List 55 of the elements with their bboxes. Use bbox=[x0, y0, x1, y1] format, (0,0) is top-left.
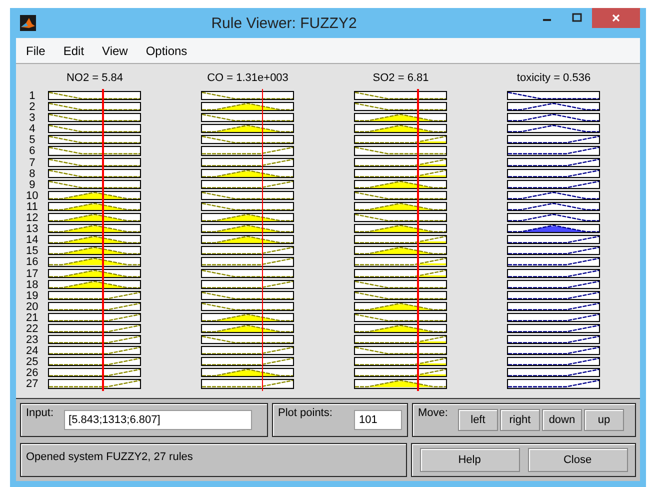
rule-number[interactable]: 12 bbox=[26, 213, 38, 224]
menu-item[interactable]: Edit bbox=[63, 44, 84, 58]
rule-number[interactable]: 23 bbox=[26, 335, 38, 346]
input-value-line[interactable] bbox=[417, 89, 419, 391]
rule-number[interactable]: 3 bbox=[29, 113, 36, 124]
plot-points-field[interactable]: 101 bbox=[354, 410, 402, 430]
input-value-line[interactable] bbox=[102, 89, 104, 391]
rule-number[interactable]: 25 bbox=[26, 357, 38, 368]
plot-points-label: Plot points: bbox=[278, 407, 332, 419]
variable-label: toxicity = 0.536 bbox=[516, 72, 591, 86]
window-title: Rule Viewer: FUZZY2 bbox=[210, 14, 358, 32]
rule-number[interactable]: 6 bbox=[29, 146, 36, 158]
dialog-button[interactable]: Close bbox=[528, 448, 628, 472]
rule-number[interactable]: 7 bbox=[29, 158, 36, 169]
rule-number[interactable]: 17 bbox=[26, 268, 38, 280]
variable-label: SO2 = 6.81 bbox=[372, 72, 429, 86]
rule-number[interactable]: 14 bbox=[26, 235, 38, 246]
input-value-line[interactable] bbox=[262, 89, 264, 391]
move-button[interactable]: right bbox=[500, 409, 540, 431]
close-button[interactable] bbox=[592, 8, 640, 28]
close-icon bbox=[611, 13, 621, 23]
rule-number[interactable]: 21 bbox=[26, 312, 38, 324]
rule-number[interactable]: 9 bbox=[29, 180, 36, 191]
rule-number[interactable]: 15 bbox=[26, 246, 38, 258]
rule-number[interactable]: 11 bbox=[26, 202, 38, 214]
maximize-icon[interactable] bbox=[572, 13, 582, 23]
move-button[interactable]: left bbox=[458, 409, 498, 431]
rule-number[interactable]: 19 bbox=[26, 290, 38, 302]
rule-number[interactable]: 20 bbox=[26, 302, 38, 313]
move-label: Move: bbox=[418, 407, 448, 419]
rule-number[interactable]: 13 bbox=[26, 224, 38, 236]
rule-number[interactable]: 1 bbox=[29, 91, 36, 102]
rule-number[interactable]: 5 bbox=[29, 135, 36, 146]
move-button[interactable]: down bbox=[542, 409, 582, 431]
input-label: Input: bbox=[26, 407, 54, 419]
rule-number[interactable]: 27 bbox=[26, 379, 38, 391]
rule-number[interactable]: 10 bbox=[26, 190, 38, 202]
rule-number[interactable]: 16 bbox=[26, 257, 38, 268]
rule-number[interactable]: 18 bbox=[26, 280, 38, 291]
menu-item[interactable]: Options bbox=[146, 44, 188, 58]
rule-number[interactable]: 8 bbox=[29, 168, 36, 180]
rule-number[interactable]: 4 bbox=[29, 124, 36, 136]
move-button[interactable]: up bbox=[584, 409, 624, 431]
rule-number[interactable]: 26 bbox=[26, 368, 38, 380]
status-message: Opened system FUZZY2, 27 rules bbox=[26, 450, 193, 463]
rule-number[interactable]: 24 bbox=[26, 346, 38, 358]
variable-label: NO2 = 5.84 bbox=[66, 72, 124, 86]
dialog-button[interactable]: Help bbox=[420, 448, 520, 472]
peak-surface-icon bbox=[20, 15, 36, 31]
menu-item[interactable]: File bbox=[26, 44, 46, 58]
input-field[interactable]: [5.843;1313;6.807] bbox=[64, 410, 252, 430]
variable-label: CO = 1.31e+003 bbox=[207, 72, 288, 86]
rule-number[interactable]: 22 bbox=[26, 324, 38, 336]
menu-item[interactable]: View bbox=[102, 44, 128, 58]
rule-number[interactable]: 2 bbox=[29, 102, 36, 114]
